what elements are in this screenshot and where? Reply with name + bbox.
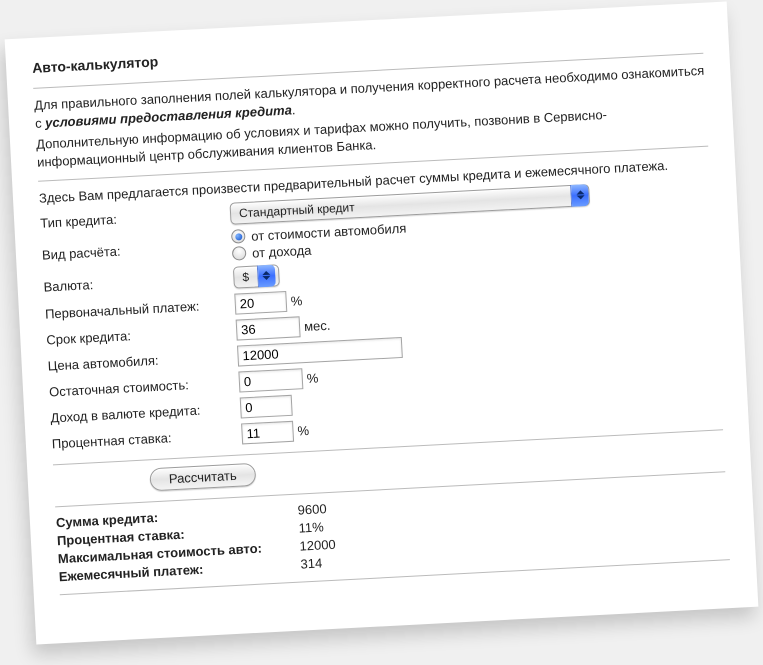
credit-type-label: Тип кредита: [40,206,231,231]
rate-input[interactable] [241,421,294,445]
rate-label: Процентная ставка: [51,426,242,451]
term-input[interactable] [236,316,301,340]
down-payment-input[interactable] [234,291,287,315]
income-input[interactable] [240,395,293,419]
income-label: Доход в валюте кредита: [50,400,241,425]
car-price-label: Цена автомобиля: [47,348,238,373]
term-label: Срок кредита: [46,322,237,347]
calc-type-radio-car-price[interactable] [231,229,246,244]
down-payment-unit: % [290,293,302,309]
term-unit: мес. [304,317,331,333]
rate-unit: % [297,423,309,439]
residual-unit: % [306,370,318,386]
select-arrows-icon [570,184,589,207]
calc-type-radio-income-label: от дохода [252,242,312,260]
calc-type-label: Вид расчёта: [42,238,233,263]
residual-label: Остаточная стоимость: [49,374,240,399]
calculator-card: Авто-калькулятор Для правильного заполне… [5,1,759,644]
calculate-button[interactable]: Рассчитать [149,463,256,492]
residual-input[interactable] [238,368,303,392]
results-block: Сумма кредита: 9600 Процентная ставка: 1… [56,480,730,584]
currency-select[interactable]: $ [233,264,280,288]
car-price-input[interactable] [237,337,403,367]
down-payment-label: Первоначальный платеж: [45,296,236,321]
select-arrows-icon [256,264,275,287]
calc-type-radio-income[interactable] [232,246,247,261]
currency-label: Валюта: [43,270,234,295]
